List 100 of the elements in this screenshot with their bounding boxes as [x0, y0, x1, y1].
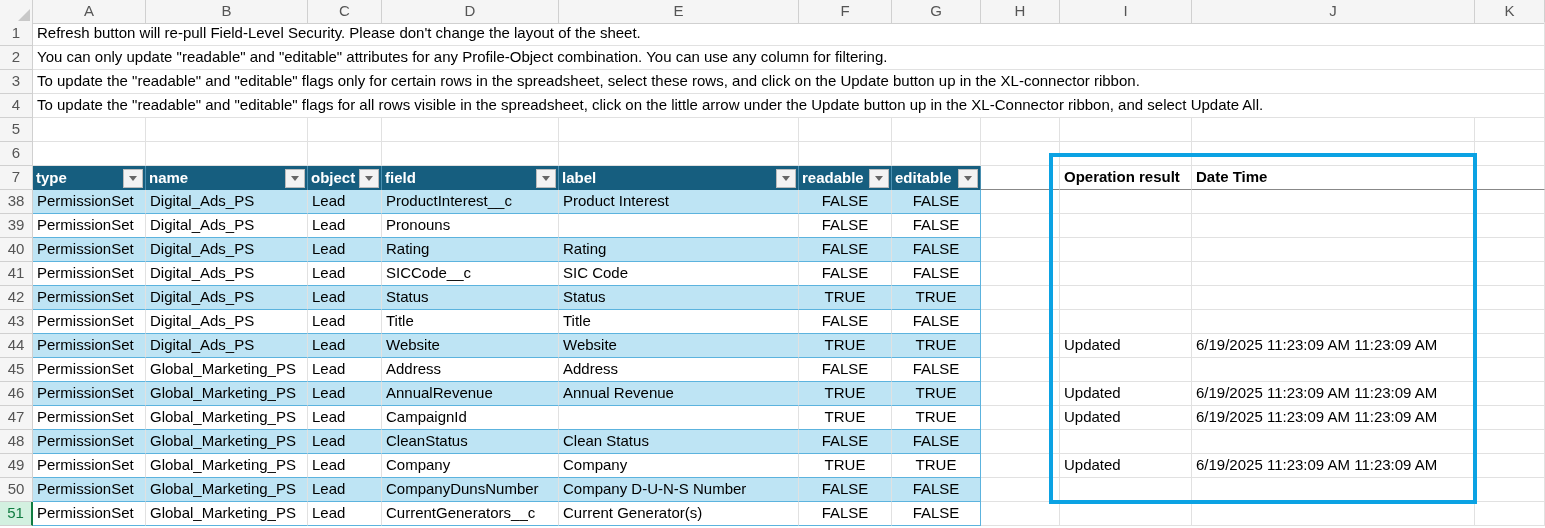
table-cell: FALSE [892, 502, 981, 526]
row-number[interactable]: 41 [0, 262, 33, 286]
empty-cell[interactable] [1475, 214, 1545, 238]
table-cell: Digital_Ads_PS [146, 214, 308, 238]
row-number[interactable]: 39 [0, 214, 33, 238]
empty-cell[interactable] [1475, 358, 1545, 382]
operation-result: Updated [1060, 406, 1192, 430]
table-cell: FALSE [799, 478, 892, 502]
row-number[interactable]: 43 [0, 310, 33, 334]
row-number[interactable]: 51 [0, 502, 33, 526]
empty-cell[interactable] [1475, 406, 1545, 430]
empty-cell[interactable] [1060, 430, 1192, 454]
row-number[interactable]: 40 [0, 238, 33, 262]
empty-cell[interactable] [1475, 430, 1545, 454]
column-header[interactable]: D [382, 0, 559, 24]
empty-cell[interactable] [1192, 142, 1475, 166]
table-cell: PermissionSet [33, 214, 146, 238]
empty-cell[interactable] [1060, 310, 1192, 334]
row-number[interactable]: 2 [0, 46, 33, 70]
row-number[interactable]: 6 [0, 142, 33, 166]
row-number[interactable]: 4 [0, 94, 33, 118]
table-cell: Company [559, 454, 799, 478]
empty-cell[interactable] [1060, 262, 1192, 286]
empty-cell[interactable] [1475, 478, 1545, 502]
filter-button[interactable] [958, 168, 978, 188]
empty-cell[interactable] [1475, 238, 1545, 262]
empty-cell[interactable] [1060, 358, 1192, 382]
table-cell: FALSE [892, 310, 981, 334]
empty-cell[interactable] [1475, 142, 1545, 166]
row-number[interactable]: 48 [0, 430, 33, 454]
table-cell: Global_Marketing_PS [146, 430, 308, 454]
select-all-icon[interactable] [18, 8, 30, 21]
row-number[interactable]: 47 [0, 406, 33, 430]
empty-cell[interactable] [1060, 142, 1192, 166]
empty-cell[interactable] [1060, 286, 1192, 310]
empty-cell[interactable] [1060, 190, 1192, 214]
empty-cell[interactable] [1475, 166, 1545, 190]
empty-cell[interactable] [1475, 382, 1545, 406]
column-title: type [36, 167, 67, 188]
column-header[interactable]: E [559, 0, 799, 24]
row-number[interactable]: 44 [0, 334, 33, 358]
column-header[interactable]: A [33, 0, 146, 24]
table-cell: PermissionSet [33, 190, 146, 214]
empty-cell[interactable] [1475, 334, 1545, 358]
row-number[interactable]: 50 [0, 478, 33, 502]
empty-cell[interactable] [981, 118, 1060, 142]
table-cell: FALSE [892, 190, 981, 214]
table-cell: CleanStatus [382, 430, 559, 454]
column-title: object [311, 167, 356, 188]
table-cell: PermissionSet [33, 478, 146, 502]
row-number[interactable]: 46 [0, 382, 33, 406]
table-cell: PermissionSet [33, 382, 146, 406]
empty-cell[interactable] [1192, 502, 1475, 526]
empty-cell[interactable] [1060, 502, 1192, 526]
table-cell: Lead [308, 286, 382, 310]
row-number[interactable]: 7 [0, 166, 33, 190]
empty-cell[interactable] [382, 118, 559, 142]
table-cell: FALSE [799, 214, 892, 238]
filter-button[interactable] [285, 168, 305, 188]
filter-button[interactable] [123, 168, 143, 188]
empty-cell[interactable] [892, 118, 981, 142]
column-header[interactable]: C [308, 0, 382, 24]
empty-cell[interactable] [1475, 190, 1545, 214]
row-number[interactable]: 45 [0, 358, 33, 382]
table-cell: Current Generator(s) [559, 502, 799, 526]
empty-cell[interactable] [1475, 454, 1545, 478]
row-number[interactable]: 3 [0, 70, 33, 94]
filter-button[interactable] [536, 168, 556, 188]
empty-cell[interactable] [146, 118, 308, 142]
empty-cell[interactable] [1475, 262, 1545, 286]
empty-cell[interactable] [799, 118, 892, 142]
column-header[interactable]: F [799, 0, 892, 24]
column-header[interactable]: I [1060, 0, 1192, 24]
column-header[interactable]: B [146, 0, 308, 24]
row-number[interactable]: 49 [0, 454, 33, 478]
column-header[interactable]: J [1192, 0, 1475, 24]
column-header[interactable]: K [1475, 0, 1545, 24]
empty-cell[interactable] [1060, 214, 1192, 238]
empty-cell[interactable] [1475, 286, 1545, 310]
row-number[interactable]: 5 [0, 118, 33, 142]
filter-button[interactable] [359, 168, 379, 188]
row-number[interactable]: 1 [0, 22, 33, 46]
empty-cell[interactable] [1060, 238, 1192, 262]
row-number[interactable]: 38 [0, 190, 33, 214]
column-header[interactable]: H [981, 0, 1060, 24]
empty-cell[interactable] [1475, 118, 1545, 142]
row-number[interactable]: 42 [0, 286, 33, 310]
empty-cell[interactable] [1475, 502, 1545, 526]
empty-cell[interactable] [1192, 118, 1475, 142]
column-header[interactable]: G [892, 0, 981, 24]
table-cell: TRUE [892, 382, 981, 406]
table-cell: SIC Code [559, 262, 799, 286]
empty-cell[interactable] [559, 118, 799, 142]
empty-cell[interactable] [1475, 310, 1545, 334]
filter-button[interactable] [776, 168, 796, 188]
empty-cell[interactable] [981, 142, 1060, 166]
filter-button[interactable] [869, 168, 889, 188]
empty-cell[interactable] [308, 118, 382, 142]
empty-cell[interactable] [1060, 118, 1192, 142]
table-cell: FALSE [799, 430, 892, 454]
